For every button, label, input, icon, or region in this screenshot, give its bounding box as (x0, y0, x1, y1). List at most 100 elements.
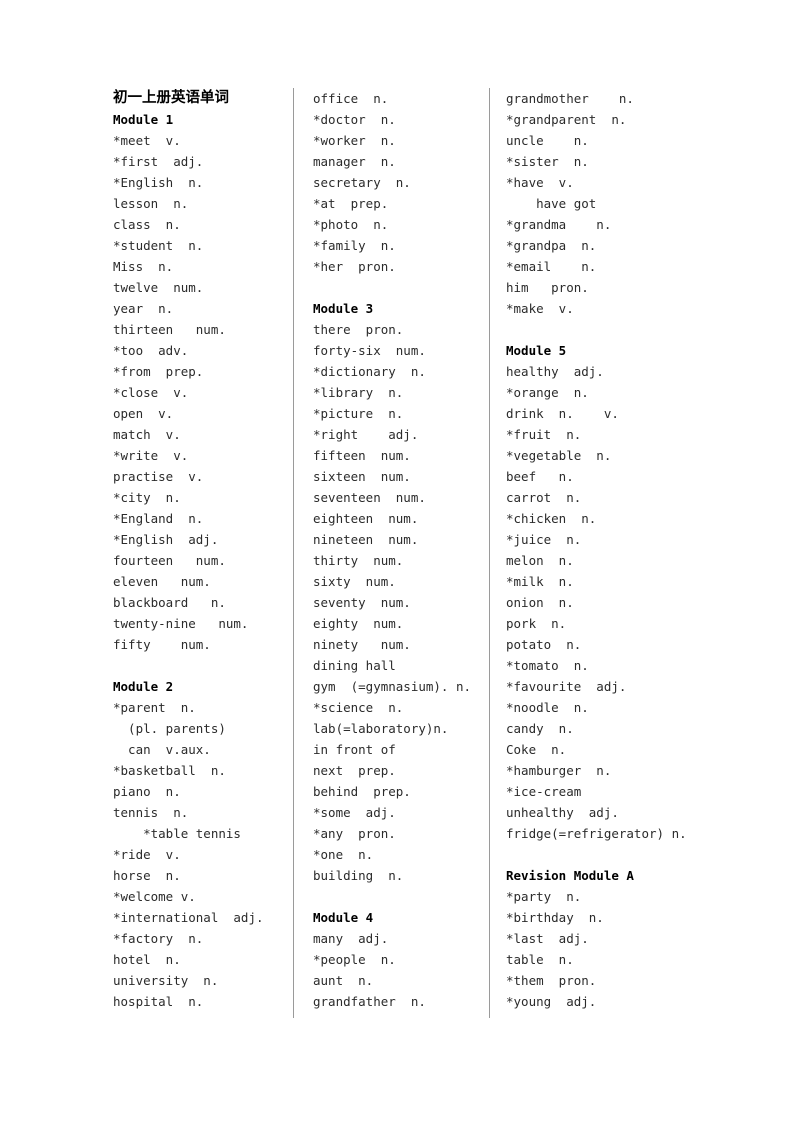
word-entry: eleven num. (113, 574, 211, 589)
word-entry: practise v. (113, 469, 204, 484)
word-entry: *right adj. (313, 427, 419, 442)
word-entry: *one n. (313, 847, 374, 862)
word-entry: in front of (313, 742, 396, 757)
word-entry: *orange n. (506, 385, 589, 400)
word-entry: grandfather n. (313, 994, 426, 1009)
word-entry: *favourite adj. (506, 679, 627, 694)
word-entry: match v. (113, 427, 181, 442)
word-entry: him pron. (506, 280, 589, 295)
word-entry: uncle n. (506, 133, 589, 148)
word-entry: *her pron. (313, 259, 396, 274)
word-entry: hospital n. (113, 994, 204, 1009)
word-entry: melon n. (506, 553, 574, 568)
word-entry: *grandparent n. (506, 112, 627, 127)
word-entry: aunt n. (313, 973, 374, 988)
word-entry: office n. (313, 91, 389, 106)
word-entry: fifteen num. (313, 448, 411, 463)
word-entry: *ice-cream (506, 784, 582, 799)
word-entry: gym (=gymnasium). n. (313, 679, 472, 694)
word-entry: carrot n. (506, 490, 582, 505)
word-column-1: 初一上册英语单词 Module 1 *meet v. *first adj. *Engl… (113, 88, 293, 1012)
word-entry: *write v. (113, 448, 189, 463)
word-entry: thirteen num. (113, 322, 226, 337)
word-entry: *grandpa n. (506, 238, 597, 253)
word-entry: *meet v. (113, 133, 181, 148)
word-entry: *doctor n. (313, 112, 396, 127)
word-entry: building n. (313, 868, 404, 883)
module-heading: Module 4 (313, 910, 374, 925)
word-entry: *picture n. (313, 406, 404, 421)
word-entry: *grandma n. (506, 217, 612, 232)
word-entry: *make v. (506, 301, 574, 316)
word-entry: *from prep. (113, 364, 204, 379)
word-entry: thirty num. (313, 553, 404, 568)
word-entry: blackboard n. (113, 595, 226, 610)
word-entry: Miss n. (113, 259, 174, 274)
word-entry: *library n. (313, 385, 404, 400)
word-entry: university n. (113, 973, 219, 988)
word-entry: nineteen num. (313, 532, 419, 547)
word-entry: *birthday n. (506, 910, 604, 925)
word-entry: *party n. (506, 889, 582, 904)
word-entry: *fruit n. (506, 427, 582, 442)
word-entry: many adj. (313, 931, 389, 946)
word-entry: sixteen num. (313, 469, 411, 484)
word-entry: fourteen num. (113, 553, 226, 568)
word-entry: next prep. (313, 763, 396, 778)
word-entry: *email n. (506, 259, 597, 274)
word-entry: twenty-nine num. (113, 616, 249, 631)
word-entry: *people n. (313, 952, 396, 967)
word-entry: tennis n. (113, 805, 189, 820)
word-entry: *chicken n. (506, 511, 597, 526)
word-entry: *noodle n. (506, 700, 589, 715)
word-entry: *some adj. (313, 805, 396, 820)
word-entry: *science n. (313, 700, 404, 715)
word-entry: piano n. (113, 784, 181, 799)
word-entry: *parent n. (113, 700, 196, 715)
word-entry: *international adj. (113, 910, 264, 925)
word-entry: *first adj. (113, 154, 204, 169)
document-page: 初一上册英语单词 Module 1 *meet v. *first adj. *Engl… (0, 0, 793, 1122)
word-entry: lab(=laboratory)n. (313, 721, 449, 736)
word-entry: seventeen num. (313, 490, 426, 505)
word-entry: horse n. (113, 868, 181, 883)
word-entry: *family n. (313, 238, 396, 253)
word-entry: *student n. (113, 238, 204, 253)
word-entry: *at prep. (313, 196, 389, 211)
word-entry: *dictionary n. (313, 364, 426, 379)
word-entry: year n. (113, 301, 174, 316)
word-entry: eighty num. (313, 616, 404, 631)
word-entry: *English n. (113, 175, 204, 190)
word-entry: fridge(=refrigerator) n. (506, 826, 687, 841)
word-entry: potato n. (506, 637, 582, 652)
word-entry: *hamburger n. (506, 763, 612, 778)
module-heading: Module 5 (506, 343, 567, 358)
word-entry: grandmother n. (506, 91, 634, 106)
word-entry: ninety num. (313, 637, 411, 652)
module-heading: Module 2 (113, 679, 174, 694)
word-entry: *English adj. (113, 532, 219, 547)
word-entry: table n. (506, 952, 574, 967)
word-entry: *juice n. (506, 532, 582, 547)
word-entry: *table tennis (113, 826, 241, 841)
word-entry: *milk n. (506, 574, 574, 589)
word-entry: pork n. (506, 616, 567, 631)
word-entry: unhealthy adj. (506, 805, 619, 820)
word-entry: (pl. parents) (113, 721, 226, 736)
module-heading: Module 1 (113, 112, 174, 127)
word-column-3: grandmother n. *grandparent n. uncle n. *si… (489, 88, 688, 1018)
word-entry: class n. (113, 217, 181, 232)
word-entry: beef n. (506, 469, 574, 484)
module-heading: Module 3 (313, 301, 374, 316)
word-entry: *photo n. (313, 217, 389, 232)
word-entry: *basketball n. (113, 763, 226, 778)
word-entry: manager n. (313, 154, 396, 169)
word-entry: *tomato n. (506, 658, 589, 673)
word-entry: *them pron. (506, 973, 597, 988)
word-entry: candy n. (506, 721, 574, 736)
word-entry: *vegetable n. (506, 448, 612, 463)
word-entry: *too adv. (113, 343, 189, 358)
word-entry: eighteen num. (313, 511, 419, 526)
